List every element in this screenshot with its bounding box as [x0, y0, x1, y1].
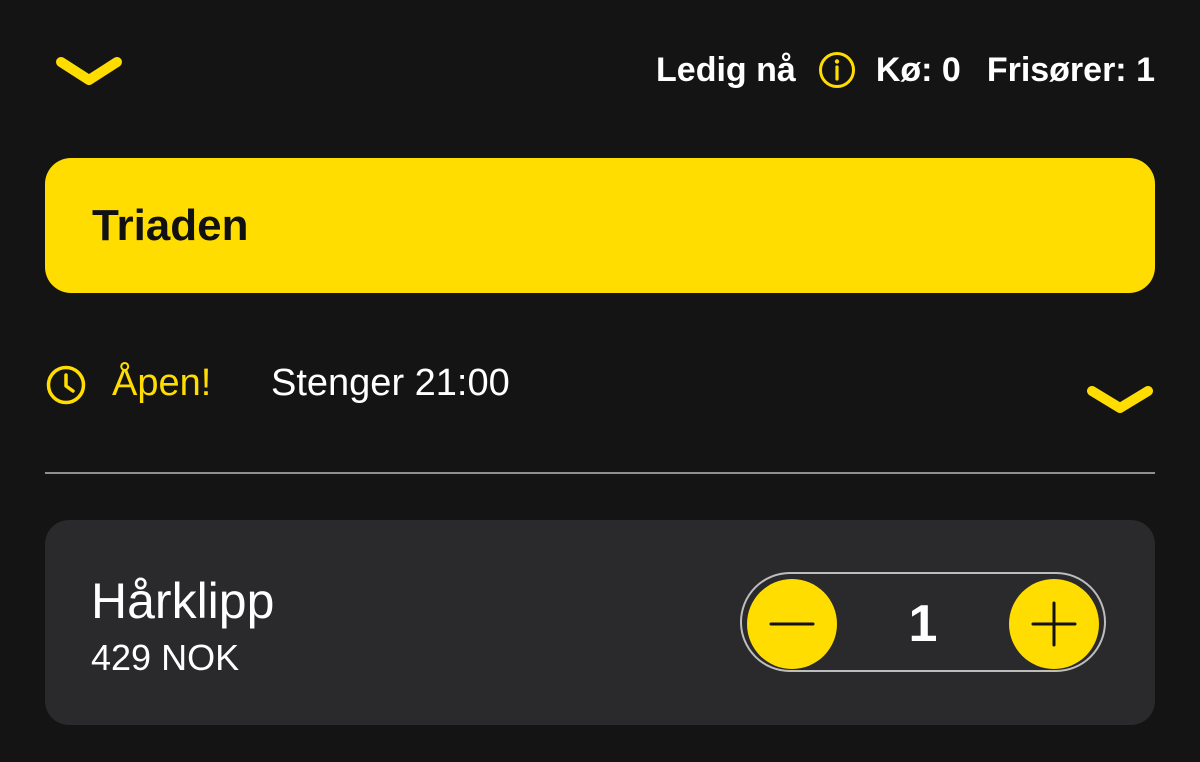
increment-button[interactable] — [1009, 579, 1099, 669]
minus-icon — [769, 622, 815, 626]
salon-banner[interactable]: Triaden — [45, 158, 1155, 293]
top-bar: Ledig nå Kø: 0 Frisører: 1 — [45, 40, 1155, 100]
barber-count: Frisører: 1 — [986, 50, 1155, 89]
queue-count: Kø: 0 — [875, 50, 961, 89]
open-status: Åpen! — [112, 362, 212, 404]
service-price: 429 NOK — [91, 637, 240, 678]
quantity-stepper: 1 — [740, 572, 1106, 672]
decrement-button[interactable] — [747, 579, 837, 669]
opening-hours-row: Åpen! Stenger 21:00 — [45, 350, 1155, 420]
salon-name: Triaden — [92, 200, 249, 250]
quantity-value: 1 — [908, 595, 938, 653]
plus-icon — [1031, 601, 1077, 647]
status-group: Ledig nå Kø: 0 Frisører: 1 — [656, 48, 1155, 92]
chevron-down-icon — [1087, 386, 1153, 413]
closing-time: Stenger 21:00 — [271, 362, 510, 404]
service-card: Hårklipp 429 NOK 1 — [45, 520, 1155, 725]
chevron-down-icon — [56, 57, 122, 85]
availability-status: Ledig nå — [656, 50, 796, 89]
clock-icon — [46, 365, 86, 405]
service-name: Hårklipp — [91, 573, 275, 629]
expand-hours-button[interactable] — [1085, 382, 1155, 418]
divider — [45, 472, 1155, 474]
info-icon[interactable] — [818, 51, 856, 89]
app-screen: Ledig nå Kø: 0 Frisører: 1 Triaden Åpen!… — [0, 0, 1200, 762]
collapse-button[interactable] — [53, 52, 125, 92]
